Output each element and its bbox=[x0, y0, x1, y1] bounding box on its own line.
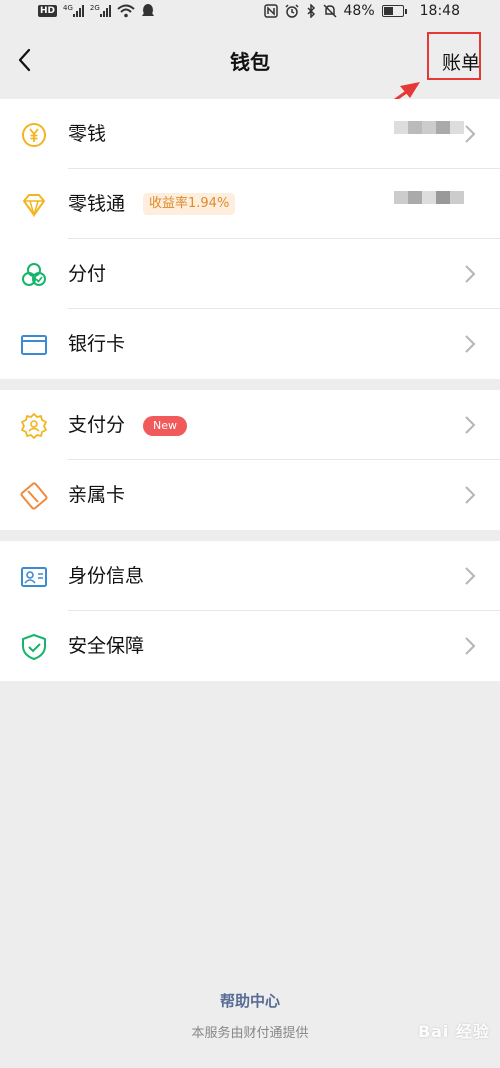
wallet-group-1: 零钱 零钱通 收益率1.94% 分付 银行卡 bbox=[0, 99, 500, 379]
wallet-item-bank-card[interactable]: 银行卡 bbox=[0, 309, 500, 379]
id-card-icon bbox=[21, 567, 47, 587]
chevron-right-icon bbox=[465, 416, 476, 434]
baidu-watermark: Bai 经验 bbox=[417, 1022, 490, 1041]
wallet-item-family-card[interactable]: 亲属卡 bbox=[0, 460, 500, 530]
hd-icon: HD bbox=[38, 4, 58, 17]
page-title: 钱包 bbox=[230, 50, 270, 74]
wallet-item-label: 分付 bbox=[68, 263, 107, 285]
wallet-item-identity[interactable]: 身份信息 bbox=[0, 541, 500, 611]
wallet-item-pay-score[interactable]: 支付分 New bbox=[0, 390, 500, 460]
wallet-item-security[interactable]: 安全保障 bbox=[0, 611, 500, 681]
clock: 18:48 bbox=[419, 3, 460, 19]
battery-percent: 48% bbox=[343, 3, 375, 19]
chevron-right-icon bbox=[465, 637, 476, 655]
wallet-item-lingqiantong[interactable]: 零钱通 收益率1.94% bbox=[0, 169, 500, 239]
shield-icon bbox=[22, 634, 46, 660]
wallet-item-label: 安全保障 bbox=[68, 635, 145, 657]
qq-icon bbox=[141, 4, 154, 16]
balance-blurred bbox=[394, 191, 464, 217]
network-2g-icon: 2G bbox=[90, 4, 111, 17]
highlight-box bbox=[427, 32, 481, 80]
wallet-item-label: 银行卡 bbox=[68, 333, 126, 355]
new-badge: New bbox=[143, 416, 187, 436]
chevron-right-icon bbox=[465, 567, 476, 585]
bluetooth-icon bbox=[306, 4, 315, 18]
chevron-right-icon bbox=[465, 335, 476, 353]
wallet-item-label: 身份信息 bbox=[68, 565, 145, 587]
yuan-coin-icon bbox=[22, 123, 46, 147]
wallet-item-fenfu[interactable]: 分付 bbox=[0, 239, 500, 309]
fenfu-icon bbox=[22, 263, 46, 286]
alarm-icon bbox=[284, 4, 299, 18]
status-bar: HD 4G 2G 48% 18:48 bbox=[0, 0, 500, 24]
wallet-item-change[interactable]: 零钱 bbox=[0, 99, 500, 169]
wallet-item-label: 支付分 bbox=[68, 414, 126, 436]
mute-icon bbox=[322, 4, 337, 18]
bank-card-icon bbox=[21, 335, 47, 355]
chevron-right-icon bbox=[465, 486, 476, 504]
family-card-icon bbox=[20, 482, 48, 510]
wifi-icon bbox=[117, 4, 135, 17]
network-4g-icon: 4G bbox=[63, 4, 84, 17]
nfc-icon bbox=[263, 4, 278, 18]
wallet-item-label: 零钱通 bbox=[68, 193, 126, 215]
help-center-link[interactable]: 帮助中心 bbox=[0, 990, 500, 1011]
yield-rate-badge: 收益率1.94% bbox=[143, 193, 236, 215]
wallet-item-label: 零钱 bbox=[68, 123, 107, 145]
wallet-group-3: 身份信息 安全保障 bbox=[0, 541, 500, 681]
balance-blurred bbox=[394, 121, 464, 147]
chevron-right-icon bbox=[465, 125, 476, 143]
chevron-right-icon bbox=[465, 265, 476, 283]
pay-score-icon bbox=[21, 413, 47, 439]
diamond-icon bbox=[23, 194, 45, 218]
wallet-group-2: 支付分 New 亲属卡 bbox=[0, 390, 500, 530]
wallet-item-label: 亲属卡 bbox=[68, 484, 126, 506]
battery-icon bbox=[381, 5, 407, 17]
